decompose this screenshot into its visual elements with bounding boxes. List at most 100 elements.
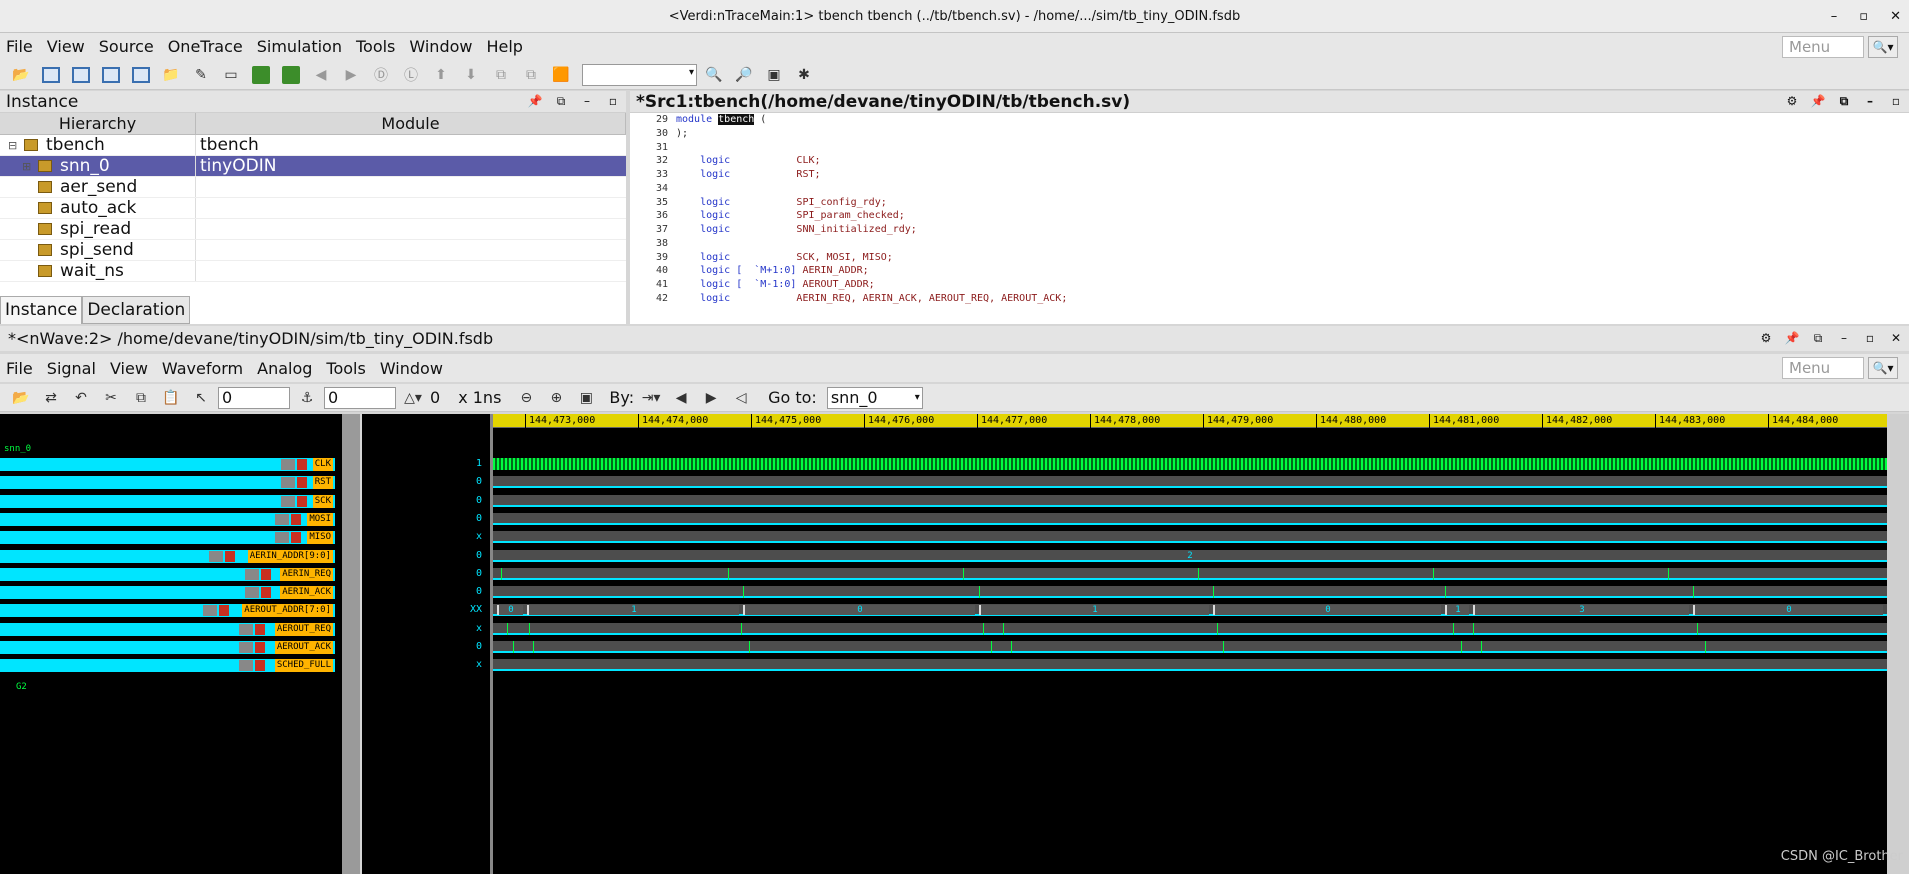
undock-icon[interactable]: ⧉ <box>552 93 570 111</box>
instance-row[interactable]: auto_ack <box>0 198 626 219</box>
signal-name-row[interactable]: AERIN_ADDR[9:0] <box>0 550 335 563</box>
waveform-scrollbar[interactable] <box>1887 414 1909 874</box>
zoom-fit-icon[interactable]: ▣ <box>573 386 599 410</box>
close-pane-icon[interactable]: ✕ <box>1887 330 1905 348</box>
marker-icon[interactable]: ⚓ <box>294 386 320 410</box>
close-button[interactable]: ✕ <box>1890 0 1901 33</box>
back-arrow-icon[interactable]: ◀ <box>308 63 334 87</box>
waveform-trace[interactable] <box>493 623 1887 635</box>
cut-icon[interactable]: ✂ <box>98 386 124 410</box>
waveform-trace[interactable] <box>493 568 1887 580</box>
menu-file[interactable]: File <box>6 37 33 56</box>
signal-name-row[interactable]: AEROUT_REQ <box>0 623 335 636</box>
maximize-pane-icon[interactable]: ▫ <box>1887 93 1905 111</box>
menu-window[interactable]: Window <box>409 37 472 56</box>
time-ruler[interactable]: 144,473,000 144,474,000 144,475,000 144,476… <box>493 414 1887 428</box>
minimize-pane-icon[interactable]: – <box>1835 330 1853 348</box>
nschema-icon[interactable] <box>68 63 94 87</box>
signal-name-row[interactable]: CLK <box>0 458 335 471</box>
waveform-trace[interactable] <box>493 476 1887 488</box>
cursor-time-input[interactable]: 0 <box>218 386 290 409</box>
instance-name-cell[interactable]: ⊟ tbench <box>0 135 196 155</box>
waveform-panel[interactable]: 144,473,000 144,474,000 144,475,000 144,476… <box>493 414 1887 874</box>
edit-icon[interactable]: ✎ <box>188 63 214 87</box>
link-icon[interactable]: ⧉ <box>518 63 544 87</box>
trace-down-icon[interactable] <box>278 63 304 87</box>
hierarchy-column-header[interactable]: Hierarchy <box>0 113 196 134</box>
nwave-menu-file[interactable]: File <box>6 359 33 378</box>
menu-simulation[interactable]: Simulation <box>257 37 342 56</box>
tab-instance[interactable]: Instance <box>0 296 83 324</box>
source-line[interactable]: 30); <box>630 127 1909 141</box>
instance-name-cell[interactable]: ⊞ snn_0 <box>0 156 196 176</box>
source-line[interactable]: 39 logic SCK, MOSI, MISO; <box>630 251 1909 265</box>
pin-icon[interactable]: 📌 <box>1783 330 1801 348</box>
copy-icon[interactable]: ⧉ <box>128 386 154 410</box>
instance-row[interactable]: wait_ns <box>0 261 626 282</box>
nwave-menu-view[interactable]: View <box>110 359 148 378</box>
bookmark-icon[interactable]: 🟧 <box>548 63 574 87</box>
waveform-trace[interactable] <box>493 531 1887 543</box>
delta-icon[interactable]: △▾ <box>400 386 426 410</box>
signal-name-row[interactable]: AEROUT_ACK <box>0 641 335 654</box>
source-line[interactable]: 31 <box>630 141 1909 155</box>
minimize-pane-icon[interactable]: – <box>1861 93 1879 111</box>
maximize-pane-icon[interactable]: ▫ <box>604 93 622 111</box>
load-icon[interactable]: Ⓛ <box>398 63 424 87</box>
zoom-out-icon[interactable]: ⊖ <box>513 386 539 410</box>
source-line[interactable]: 42 logic AERIN_REQ, AERIN_ACK, AEROUT_RE… <box>630 292 1909 306</box>
settings-icon[interactable]: ⚙ <box>1783 93 1801 111</box>
source-line[interactable]: 32 logic CLK; <box>630 154 1909 168</box>
source-line[interactable]: 29 module tbench ( <box>630 113 1909 127</box>
nwave-menu-search-input[interactable]: Menu <box>1782 357 1864 379</box>
folder-icon[interactable]: 📁 <box>158 63 184 87</box>
tab-declaration[interactable]: Declaration <box>82 296 191 324</box>
signal-name-row[interactable]: RST <box>0 476 335 489</box>
module-column-header[interactable]: Module <box>196 113 626 134</box>
cursor-icon[interactable]: ↖ <box>188 386 214 410</box>
find-next-icon[interactable]: 🔎 <box>731 63 757 87</box>
signal-name-row[interactable]: SCHED_FULL <box>0 659 335 672</box>
marker-time-input[interactable]: 0 <box>324 386 396 409</box>
instance-row[interactable]: ⊟ tbench tbench <box>0 135 626 156</box>
search-by-icon[interactable]: ⇥▾ <box>638 386 664 410</box>
waveform-trace[interactable] <box>493 495 1887 507</box>
find-icon[interactable]: 🔍 <box>701 63 727 87</box>
minimize-button[interactable]: – <box>1831 0 1838 33</box>
nwave-icon[interactable] <box>38 63 64 87</box>
open-folder-icon[interactable]: 📂 <box>8 63 34 87</box>
undock-icon[interactable]: ⧉ <box>1835 93 1853 111</box>
instance-row[interactable]: spi_send <box>0 240 626 261</box>
nwave-menu-analog[interactable]: Analog <box>257 359 312 378</box>
expand-toggle-icon[interactable]: ⊟ <box>8 135 20 156</box>
nwave-menu-window[interactable]: Window <box>380 359 443 378</box>
source-line[interactable]: 34 <box>630 182 1909 196</box>
apply-icon[interactable]: ▣ <box>761 63 787 87</box>
source-line[interactable]: 41 logic [ `M-1:0] AEROUT_ADDR; <box>630 278 1909 292</box>
signal-name-row[interactable]: MOSI <box>0 513 335 526</box>
forward-arrow-icon[interactable]: ▶ <box>338 63 364 87</box>
pin-icon[interactable]: 📌 <box>1809 93 1827 111</box>
waveform-trace[interactable] <box>493 641 1887 653</box>
instance-row[interactable]: aer_send <box>0 177 626 198</box>
instance-name-cell[interactable]: aer_send <box>0 177 196 197</box>
source-line[interactable]: 35 logic SPI_config_rdy; <box>630 196 1909 210</box>
nwave-menu-tools[interactable]: Tools <box>326 359 365 378</box>
disabled-tool-icon[interactable]: ▭ <box>218 63 244 87</box>
waveform-trace[interactable] <box>493 586 1887 598</box>
connect-icon[interactable]: ⧉ <box>488 63 514 87</box>
signal-name-row[interactable]: AERIN_ACK <box>0 586 335 599</box>
zoom-in-icon[interactable]: ⊕ <box>543 386 569 410</box>
history-icon[interactable]: ◁ <box>728 386 754 410</box>
up-icon[interactable]: ⬆ <box>428 63 454 87</box>
maximize-pane-icon[interactable]: ▫ <box>1861 330 1879 348</box>
nwave-menu-signal[interactable]: Signal <box>47 359 96 378</box>
instance-name-cell[interactable]: spi_read <box>0 219 196 239</box>
settings-icon[interactable]: ⚙ <box>1757 330 1775 348</box>
nwave-menu-search-icon[interactable]: 🔍▾ <box>1868 357 1898 379</box>
instance-name-cell[interactable]: wait_ns <box>0 261 196 281</box>
waveform-trace[interactable] <box>493 513 1887 525</box>
waveform-trace[interactable] <box>493 659 1887 671</box>
source-line[interactable]: 36 logic SPI_param_checked; <box>630 209 1909 223</box>
vertical-splitter[interactable] <box>342 414 360 874</box>
